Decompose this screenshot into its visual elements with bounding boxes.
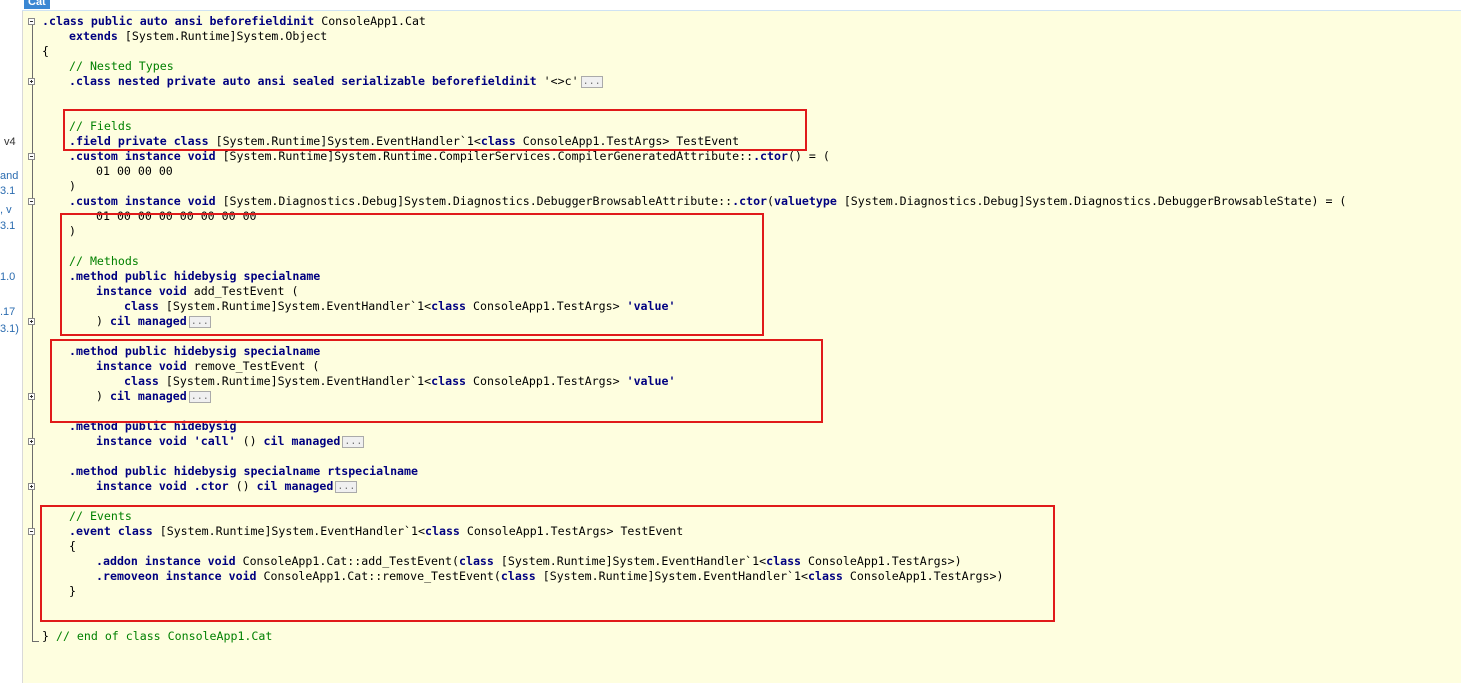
brace-open: { — [69, 539, 76, 553]
method-declaration: .method public hidebysig specialname rts… — [69, 464, 419, 478]
tree-fragment: v4 — [4, 136, 16, 148]
collapse-icon[interactable] — [28, 198, 35, 205]
tree-fragment[interactable]: 3.1 — [0, 185, 22, 197]
method-parameter: class [System.Runtime]System.EventHandle… — [124, 374, 676, 388]
collapsed-region-button[interactable]: ... — [188, 315, 211, 328]
collapsed-region-button[interactable]: ... — [335, 480, 358, 493]
paren-close: ) — [69, 179, 76, 193]
tree-fragment[interactable]: , v — [0, 204, 22, 216]
expand-icon[interactable] — [28, 78, 35, 85]
methods-comment: // Methods — [69, 254, 139, 268]
tree-fragment[interactable]: and — [0, 170, 22, 182]
attribute-bytes: 01 00 00 00 00 00 00 00 — [96, 209, 257, 223]
tree-fragment[interactable]: .17 — [0, 306, 22, 318]
events-comment: // Events — [69, 509, 132, 523]
method-signature: instance void add_TestEvent ( — [96, 284, 299, 298]
attribute-bytes: 01 00 00 00 — [96, 164, 173, 178]
custom-attribute-line: .custom instance void [System.Diagnostic… — [69, 194, 1347, 208]
collapsed-region-button[interactable]: ... — [342, 435, 365, 448]
fields-comment: // Fields — [69, 119, 132, 133]
paren-close: ) — [69, 224, 76, 238]
method-signature: instance void remove_TestEvent ( — [96, 359, 320, 373]
method-declaration: .method public hidebysig specialname — [69, 269, 321, 283]
method-declaration: .method public hidebysig — [69, 419, 237, 433]
class-declaration: .class public auto ansi beforefieldinit … — [42, 14, 426, 28]
expand-icon[interactable] — [28, 438, 35, 445]
method-tail: ) cil managed... — [96, 314, 211, 328]
expand-icon[interactable] — [28, 318, 35, 325]
collapsed-region-button[interactable]: ... — [580, 75, 603, 88]
fold-gutter-line — [32, 25, 33, 642]
tree-fragment[interactable]: 3.1 — [0, 220, 22, 232]
nested-types-comment: // Nested Types — [69, 59, 174, 73]
field-declaration: .field private class [System.Runtime]Sys… — [69, 134, 740, 148]
brace-open: { — [42, 44, 49, 58]
method-signature: instance void 'call' () cil managed... — [96, 434, 365, 448]
tree-fragment[interactable]: 1.0 — [0, 271, 22, 283]
method-signature: instance void .ctor () cil managed... — [96, 479, 358, 493]
collapse-icon[interactable] — [28, 528, 35, 535]
method-declaration: .method public hidebysig specialname — [69, 344, 321, 358]
end-class-line: } // end of class ConsoleApp1.Cat — [42, 629, 273, 643]
tab-cat[interactable]: Cat — [24, 0, 50, 9]
il-code-editor[interactable]: .class public auto ansi beforefieldinit … — [23, 11, 1461, 683]
method-tail: ) cil managed... — [96, 389, 211, 403]
collapse-icon[interactable] — [28, 153, 35, 160]
extends-line: extends [System.Runtime]System.Object — [69, 29, 328, 43]
document-tab-bar: Cat — [22, 0, 1461, 11]
tree-fragment[interactable]: 3.1) — [0, 323, 22, 335]
brace-close: } — [69, 584, 76, 598]
event-declaration: .event class [System.Runtime]System.Even… — [69, 524, 684, 538]
nested-class-line: .class nested private auto ansi sealed s… — [69, 74, 603, 88]
fold-gutter-end — [32, 641, 39, 642]
solution-explorer-pane-edge: v4 and 3.1 , v 3.1 1.0 .17 3.1) — [0, 0, 23, 683]
expand-icon[interactable] — [28, 483, 35, 490]
expand-icon[interactable] — [28, 393, 35, 400]
collapsed-region-button[interactable]: ... — [188, 390, 211, 403]
method-parameter: class [System.Runtime]System.EventHandle… — [124, 299, 676, 313]
collapse-icon[interactable] — [28, 18, 35, 25]
addon-line: .addon instance void ConsoleApp1.Cat::ad… — [96, 554, 962, 568]
custom-attribute-line: .custom instance void [System.Runtime]Sy… — [69, 149, 830, 163]
removeon-line: .removeon instance void ConsoleApp1.Cat:… — [96, 569, 1004, 583]
